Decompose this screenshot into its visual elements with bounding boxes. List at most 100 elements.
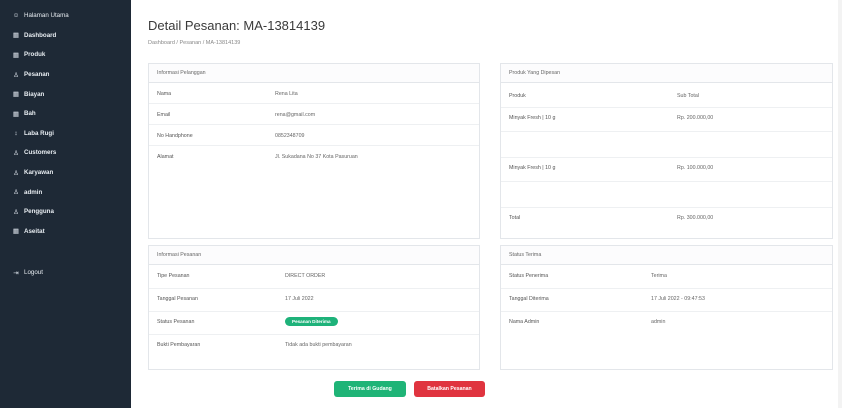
table-row: Minyak Fresh | 10 g Rp. 200.000,00 [501,108,832,132]
sidebar-item-produk[interactable]: ▦ Produk [0,45,131,65]
info-value: DIRECT ORDER [285,273,326,279]
users-icon: ♙ [13,208,19,216]
info-key: No Handphone [157,133,193,139]
info-value: Tidak ada bukti pembayaran [285,342,352,348]
sidebar-item-label: Logout [24,269,43,277]
sidebar: ☺ Halaman Utama ▦ Dashboard ▦ Produk ♙ Pesan… [0,0,131,408]
info-row: Bukti Pembayaran Tidak ada bukti pembaya… [149,335,479,358]
grid-icon: ▦ [12,91,20,99]
info-row: Status Penerima Terima [501,266,832,289]
column-header-product: Produk [509,93,526,99]
info-key: Status Penerima [509,273,549,279]
sidebar-item-label: Produk [24,51,46,59]
sidebar-item-label: Bah [24,110,36,118]
sidebar-item-label: Pengguna [24,208,54,216]
main-content: Detail Pesanan: MA-13814139 Dashboard / … [131,0,842,408]
sidebar-item-karyawan[interactable]: ♙ Karyawan [0,163,131,183]
info-value: rena@gmail.com [275,112,316,118]
table-header: Produk Sub Total [501,86,832,108]
sidebar-item-laba-rugi[interactable]: ↕ Laba Rugi [0,124,131,144]
info-row: No Handphone 0852348709 [149,126,479,146]
card-title: Informasi Pesanan [149,246,479,265]
info-value: 17 Juli 2022 [285,296,314,302]
customer-info-card: Informasi Pelanggan Nama Rena Lita Email… [148,63,480,239]
sidebar-item-label: Aseitat [24,227,45,235]
product-name: Minyak Fresh | 10 g [509,115,556,121]
card-title: Status Terima [501,246,832,265]
info-key: Bukti Pembayaran [157,342,201,348]
info-key: Status Pesanan [157,319,195,325]
sidebar-item-biayan[interactable]: ▦ Biayan [0,84,131,104]
sidebar-item-label: Biayan [24,90,45,98]
sidebar-item-admin[interactable]: ♙ admin [0,182,131,202]
chart-icon: ↕ [14,129,18,137]
info-value: Rena Lita [275,91,298,97]
info-value: 17 Juli 2022 - 09:47:53 [651,296,705,302]
sidebar-item-logout[interactable]: ⇥ Logout [0,263,131,283]
product-subtotal: Rp. 200.000,00 [677,115,714,121]
users-icon: ♙ [13,149,19,157]
info-row: Nama Admin admin [501,312,832,335]
page-title: Detail Pesanan: MA-13814139 [148,18,326,33]
info-key: Nama [157,91,172,97]
info-value: Terima [651,273,667,279]
receive-status-card: Status Terima Status Penerima Terima Tan… [500,245,833,370]
breadcrumb: Dashboard / Pesanan / MA-13814139 [148,40,241,46]
receive-at-warehouse-button[interactable]: Terima di Gudang [334,381,406,397]
card-title: Produk Yang Dipesan [501,64,832,83]
info-row: Tanggal Diterima 17 Juli 2022 - 09:47:53 [501,289,832,312]
total-value: Rp. 300.000,00 [677,215,714,221]
info-row: Tipe Pesanan DIRECT ORDER [149,266,479,289]
info-value: Jl. Sukadana No 37 Kota Pasuruan [275,154,358,160]
sidebar-item-pengguna[interactable]: ♙ Pengguna [0,202,131,222]
user-icon: ♙ [13,169,19,177]
grid-icon: ▦ [12,228,20,236]
sidebar-item-label: Laba Rugi [24,129,54,137]
grid-icon: ▦ [12,110,20,118]
sidebar-item-customers[interactable]: ♙ Customers [0,143,131,163]
dashboard-icon: ▦ [12,32,20,40]
sidebar-item-bah[interactable]: ▦ Bah [0,104,131,124]
info-key: Alamat [157,154,174,160]
sidebar-item-label: Customers [24,149,57,157]
column-header-subtotal: Sub Total [677,93,699,99]
sidebar-item-label: Pesanan [24,71,50,79]
info-key: Tanggal Pesanan [157,296,198,302]
total-row: Total Rp. 300.000,00 [501,208,832,232]
product-subtotal: Rp. 100.000,00 [677,165,714,171]
sidebar-item-label: Dashboard [24,31,57,39]
info-row: Nama Rena Lita [149,84,479,104]
info-row: Tanggal Pesanan 17 Juli 2022 [149,289,479,312]
status-badge: Pesanan Diterima [285,317,338,326]
sidebar-item-dashboard[interactable]: ▦ Dashboard [0,26,131,46]
table-row: Minyak Fresh | 10 g Rp. 100.000,00 [501,158,832,182]
total-label: Total [509,215,521,221]
info-value: 0852348709 [275,133,305,139]
info-row: Status Pesanan Pesanan Diterima [149,312,479,335]
info-key: Tipe Pesanan [157,273,190,279]
product-name: Minyak Fresh | 10 g [509,165,556,171]
info-row: Email rena@gmail.com [149,105,479,125]
sidebar-item-label: Halaman Utama [24,12,69,20]
info-value: admin [651,319,666,325]
users-icon: ♙ [13,189,19,197]
table-row [501,132,832,158]
sidebar-item-aseitat[interactable]: ▦ Aseitat [0,222,131,242]
sidebar-item-pesanan[interactable]: ♙ Pesanan [0,65,131,85]
info-key: Email [157,112,171,118]
sidebar-item-halaman-utama[interactable]: ☺ Halaman Utama [0,6,131,26]
info-key: Tanggal Diterima [509,296,549,302]
info-key: Nama Admin [509,319,540,325]
users-icon: ♙ [13,71,19,79]
scrollbar[interactable] [838,0,842,408]
card-title: Informasi Pelanggan [149,64,479,83]
sidebar-item-label: admin [24,188,43,196]
sidebar-item-label: Karyawan [24,169,54,177]
logout-icon: ⇥ [13,269,19,277]
grid-icon: ▦ [12,51,20,59]
info-row: Alamat Jl. Sukadana No 37 Kota Pasuruan [149,147,479,167]
cancel-order-button[interactable]: Batalkan Pesanan [414,381,485,397]
user-circle-icon: ☺ [12,12,20,20]
table-row [501,182,832,208]
ordered-products-card: Produk Yang Dipesan Produk Sub Total Min… [500,63,833,239]
